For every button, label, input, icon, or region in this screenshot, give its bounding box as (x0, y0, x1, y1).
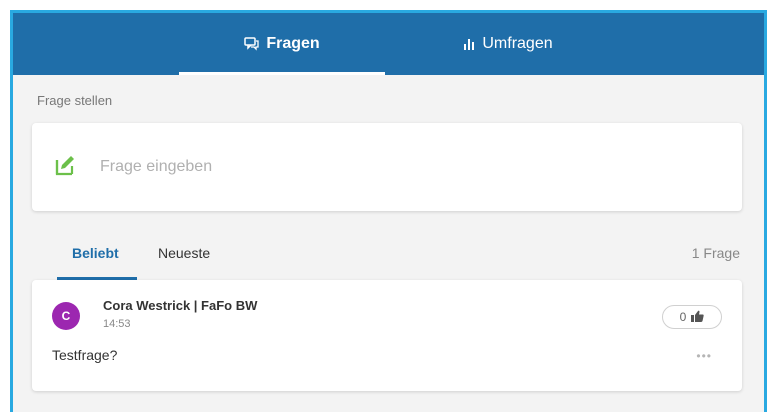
tab-umfragen[interactable]: Umfragen (433, 13, 583, 75)
tab-fragen[interactable]: Fragen (179, 13, 385, 75)
filter-tab-beliebt[interactable]: Beliebt (72, 245, 119, 261)
filter-tab-neueste[interactable]: Neueste (158, 245, 210, 261)
question-time: 14:53 (103, 318, 131, 330)
top-nav-bar: Fragen Umfragen (13, 13, 764, 75)
more-options-button[interactable]: ••• (696, 349, 712, 363)
question-input-placeholder: Frage eingeben (100, 158, 213, 175)
active-tab-indicator (179, 72, 385, 75)
question-card: C Cora Westrick | FaFo BW 14:53 Testfrag… (32, 280, 742, 391)
question-count: 1 Frage (691, 245, 740, 261)
question-text: Testfrage? (52, 347, 118, 363)
like-button[interactable]: 0 (662, 305, 722, 329)
chat-bubbles-icon (244, 37, 259, 51)
avatar: C (52, 302, 80, 330)
app-frame: Fragen Umfragen Frage stellen Frage eing… (10, 10, 767, 412)
tab-umfragen-label: Umfragen (482, 35, 553, 52)
thumbs-up-icon (691, 310, 705, 325)
bar-chart-icon (463, 38, 475, 50)
ask-section-label: Frage stellen (37, 93, 113, 108)
tab-fragen-label: Fragen (266, 35, 320, 52)
question-author: Cora Westrick | FaFo BW (103, 298, 258, 313)
like-count: 0 (679, 310, 687, 324)
edit-icon (54, 154, 78, 181)
question-input[interactable]: Frage eingeben (32, 123, 742, 211)
